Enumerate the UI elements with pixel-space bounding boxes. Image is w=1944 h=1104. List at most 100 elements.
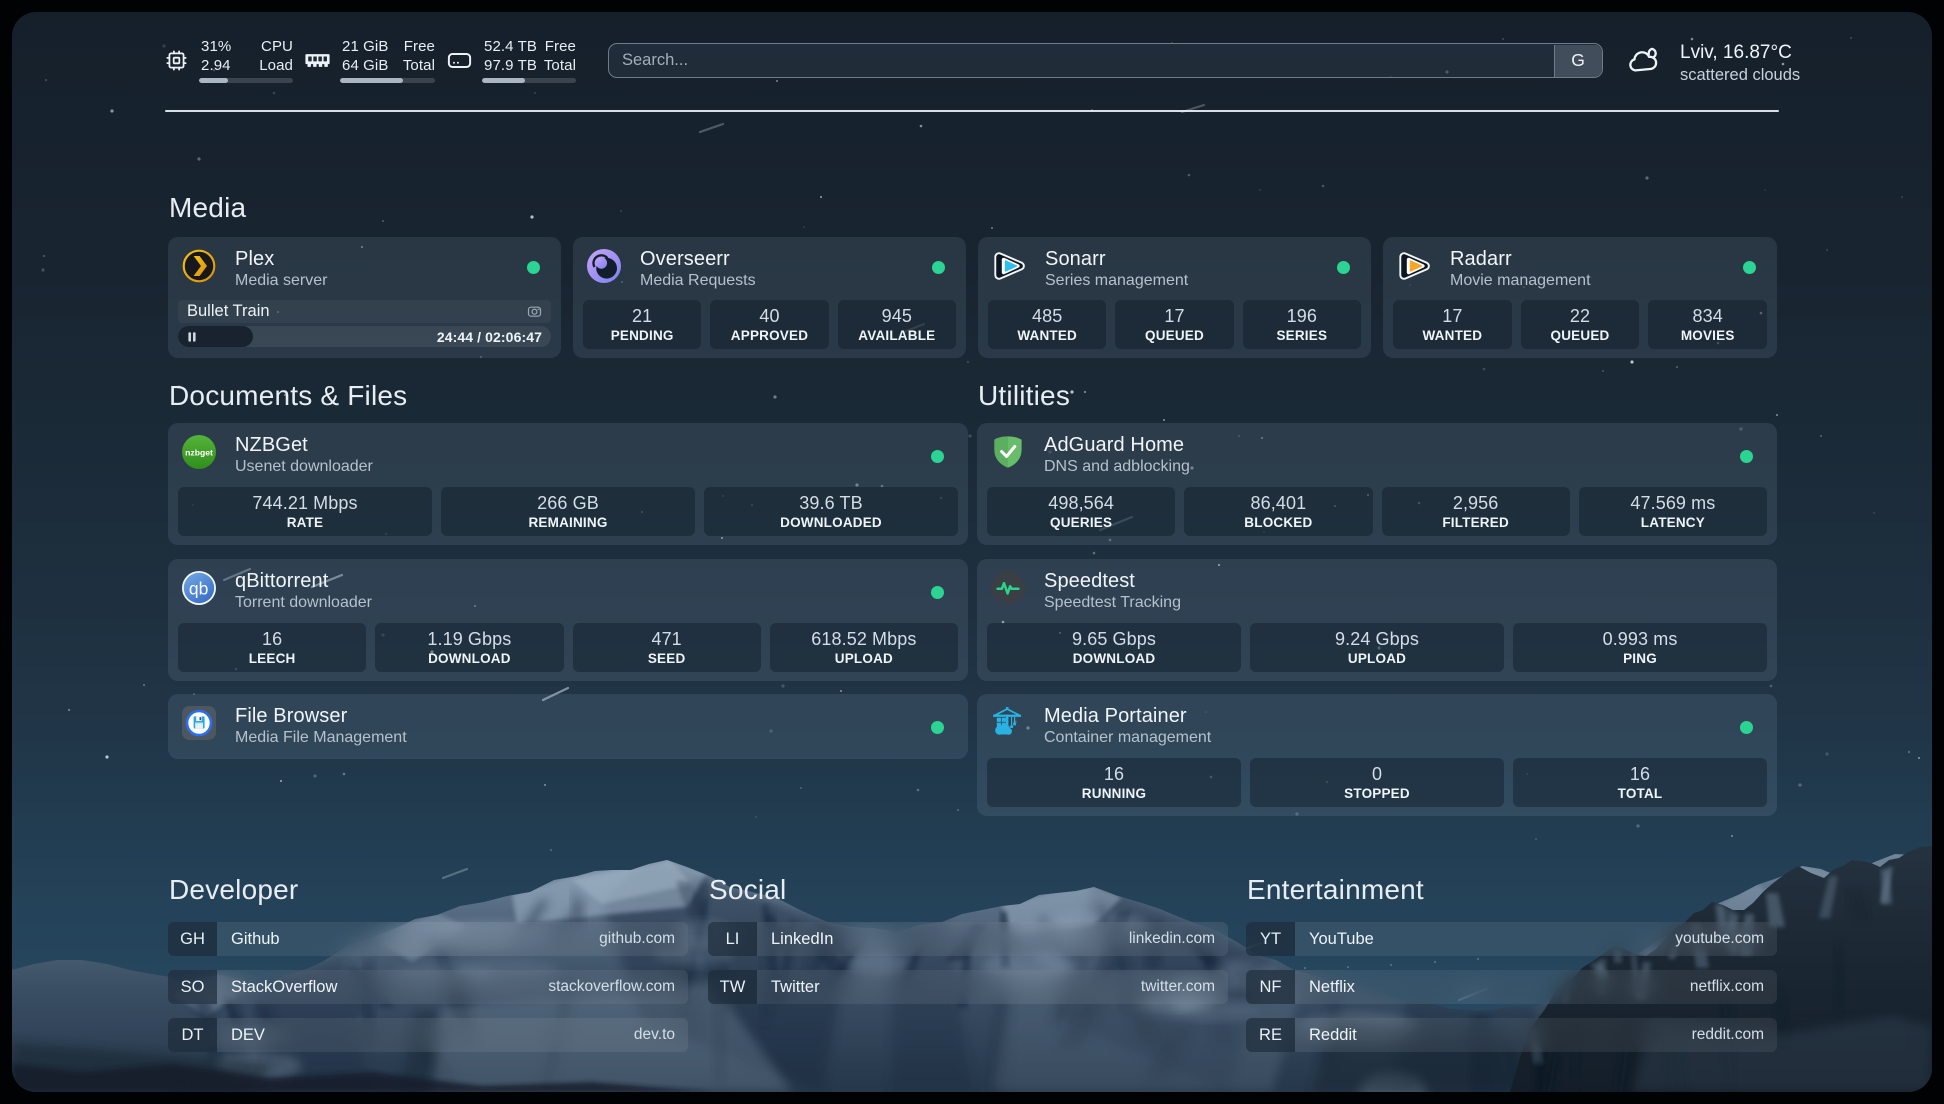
- stat-label: RUNNING: [1082, 785, 1146, 803]
- service-header: Overseerr Media Requests: [586, 248, 906, 290]
- service-subtitle: DNS and adblocking: [1044, 457, 1190, 476]
- bookmark-group: LILinkedInlinkedin.com TWTwittertwitter.…: [708, 922, 1228, 1018]
- now-playing-row[interactable]: Bullet Train: [178, 300, 551, 323]
- service-subtitle: Torrent downloader: [235, 593, 372, 612]
- bookmark-abbr: GH: [168, 922, 217, 956]
- bookmark-name: Reddit: [1309, 1026, 1357, 1045]
- service-card-adguard-home[interactable]: AdGuard Home DNS and adblocking 498,564Q…: [977, 423, 1777, 545]
- service-card-speedtest[interactable]: Speedtest Speedtest Tracking 9.65 GbpsDO…: [977, 559, 1777, 681]
- service-card-qbittorrent[interactable]: qb qBittorrent Torrent downloader 16LEEC…: [168, 559, 968, 681]
- status-online-dot: [931, 721, 944, 734]
- stat-label: UPLOAD: [1348, 650, 1406, 668]
- stat-value: 9.65 Gbps: [1072, 628, 1156, 650]
- stat-block: 22QUEUED: [1521, 300, 1640, 349]
- service-title: File Browser: [235, 705, 407, 728]
- resource-usage-bar: [340, 78, 435, 83]
- stat-label: DOWNLOADED: [780, 514, 882, 532]
- stat-block: 498,564QUERIES: [987, 487, 1175, 536]
- bookmark-github[interactable]: GHGithubgithub.com: [168, 922, 688, 956]
- service-subtitle: Movie management: [1450, 271, 1591, 290]
- bookmark-abbr: RE: [1246, 1018, 1295, 1052]
- now-playing-title: Bullet Train: [187, 302, 527, 321]
- stat-block: 9.65 GbpsDOWNLOAD: [987, 623, 1241, 672]
- bookmark-twitter[interactable]: TWTwittertwitter.com: [708, 970, 1228, 1004]
- service-subtitle: Speedtest Tracking: [1044, 593, 1181, 612]
- resource-widget-mem: 21 GiB64 GiB FreeTotal: [305, 38, 435, 86]
- bookmark-name: LinkedIn: [771, 930, 833, 949]
- bookmark-dev[interactable]: DTDEVdev.to: [168, 1018, 688, 1052]
- bookmark-linkedin[interactable]: LILinkedInlinkedin.com: [708, 922, 1228, 956]
- svg-text:qb: qb: [189, 578, 208, 598]
- status-online-dot: [1740, 450, 1753, 463]
- playback-progress-fill: [178, 326, 253, 347]
- stat-block: 47.569 msLATENCY: [1579, 487, 1767, 536]
- service-name-block: Media Portainer Container management: [1044, 705, 1211, 747]
- stat-block: 471SEED: [573, 623, 761, 672]
- bookmark-url: linkedin.com: [1129, 930, 1215, 948]
- cpu-icon: [164, 48, 189, 73]
- service-title: Media Portainer: [1044, 705, 1211, 728]
- service-card-sonarr[interactable]: Sonarr Series management 485WANTED 17QUE…: [978, 237, 1371, 358]
- stat-block: 86,401BLOCKED: [1184, 487, 1372, 536]
- service-card-radarr[interactable]: Radarr Movie management 17WANTED 22QUEUE…: [1383, 237, 1777, 358]
- resource-label-2: Load: [259, 57, 293, 76]
- service-title: Sonarr: [1045, 248, 1188, 271]
- sonarr-icon: [991, 248, 1027, 284]
- service-subtitle: Media Requests: [640, 271, 756, 290]
- status-online-dot: [527, 261, 540, 274]
- bookmark-name: StackOverflow: [231, 978, 337, 997]
- service-header: AdGuard Home DNS and adblocking: [990, 434, 1717, 476]
- playback-progress: 24:44 / 02:06:47: [178, 326, 551, 347]
- service-header: nzbget NZBGet Usenet downloader: [181, 434, 908, 476]
- service-stats: 17WANTED 22QUEUED 834MOVIES: [1393, 300, 1767, 349]
- service-card-overseerr[interactable]: Overseerr Media Requests 21PENDING 40APP…: [573, 237, 966, 358]
- service-card-file-browser[interactable]: File Browser Media File Management: [168, 694, 968, 759]
- service-stats: 498,564QUERIES 86,401BLOCKED 2,956FILTER…: [987, 487, 1767, 536]
- stat-block: 1.19 GbpsDOWNLOAD: [375, 623, 563, 672]
- service-stats: 744.21 MbpsRATE 266 GBREMAINING 39.6 TBD…: [178, 487, 958, 536]
- bookmark-abbr: DT: [168, 1018, 217, 1052]
- stat-value: 39.6 TB: [799, 492, 862, 514]
- overseerr-icon: [586, 248, 622, 284]
- service-header: Radarr Movie management: [1396, 248, 1717, 290]
- bookmark-name: DEV: [231, 1026, 265, 1045]
- bookmark-group: YTYouTubeyoutube.com NFNetflixnetflix.co…: [1246, 922, 1777, 1066]
- resource-label-2: Total: [403, 57, 435, 76]
- dashboard-content: 31%2.94 CPULoad 21 GiB64 GiB FreeTotal 5…: [12, 12, 1932, 1092]
- bookmark-stackoverflow[interactable]: SOStackOverflowstackoverflow.com: [168, 970, 688, 1004]
- resource-labels-column: FreeTotal: [544, 38, 576, 75]
- stat-block: 9.24 GbpsUPLOAD: [1250, 623, 1504, 672]
- status-online-dot: [931, 450, 944, 463]
- service-card-plex[interactable]: Plex Media server Bullet Train 24:44 / 0…: [168, 237, 561, 358]
- stat-block: 16LEECH: [178, 623, 366, 672]
- stat-block: 2,956FILTERED: [1382, 487, 1570, 536]
- bookmark-reddit[interactable]: RERedditreddit.com: [1246, 1018, 1777, 1052]
- service-stats: 16RUNNING 0STOPPED 16TOTAL: [987, 758, 1767, 807]
- stat-label: MOVIES: [1681, 327, 1735, 345]
- resource-labels-column: FreeTotal: [403, 38, 435, 75]
- resource-label-1: Free: [544, 38, 576, 57]
- service-card-nzbget[interactable]: nzbget NZBGet Usenet downloader 744.21 M…: [168, 423, 968, 545]
- bookmark-url: github.com: [599, 930, 675, 948]
- service-subtitle: Container management: [1044, 728, 1211, 747]
- weather-condition: scattered clouds: [1680, 65, 1800, 85]
- service-stats: 16LEECH 1.19 GbpsDOWNLOAD 471SEED 618.52…: [178, 623, 958, 672]
- resource-usage-bar: [199, 78, 293, 83]
- resource-value-1: 21 GiB: [342, 38, 388, 57]
- stat-label: QUERIES: [1050, 514, 1112, 532]
- stat-block: 485WANTED: [988, 300, 1106, 349]
- weather-widget[interactable]: Lviv, 16.87°C scattered clouds: [1627, 42, 1800, 85]
- radarr-icon: [1396, 248, 1432, 284]
- stat-value: 485: [1032, 305, 1062, 327]
- search-provider-button[interactable]: G: [1554, 45, 1602, 77]
- bookmark-youtube[interactable]: YTYouTubeyoutube.com: [1246, 922, 1777, 956]
- search-input[interactable]: [608, 43, 1603, 78]
- stat-value: 0: [1372, 763, 1382, 785]
- bookmark-url: twitter.com: [1141, 978, 1215, 996]
- status-online-dot: [1337, 261, 1350, 274]
- resource-usage-fill: [340, 78, 403, 83]
- stat-value: 618.52 Mbps: [811, 628, 916, 650]
- stat-value: 17: [1164, 305, 1184, 327]
- bookmark-netflix[interactable]: NFNetflixnetflix.com: [1246, 970, 1777, 1004]
- service-card-media-portainer[interactable]: Media Portainer Container management 16R…: [977, 694, 1777, 816]
